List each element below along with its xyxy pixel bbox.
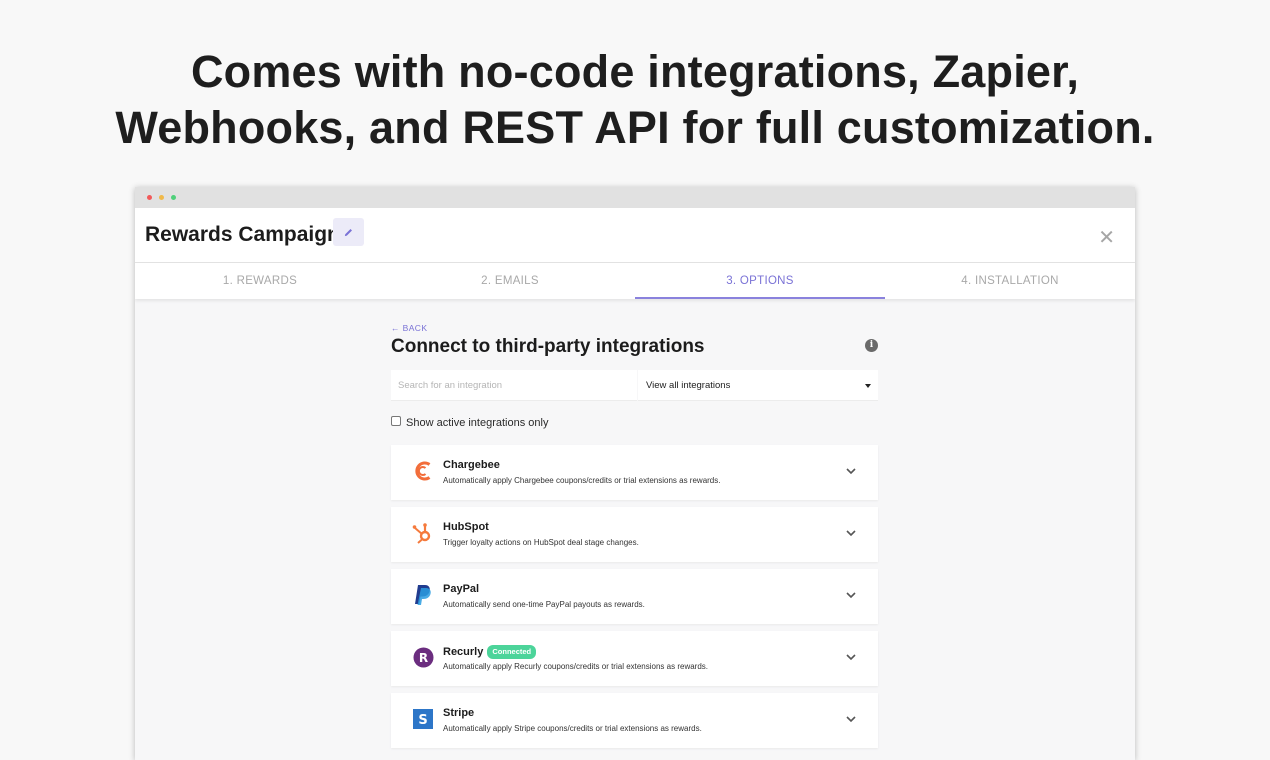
integration-name: Chargebee <box>443 459 500 471</box>
wizard-tabs: 1. REWARDS 2. EMAILS 3. OPTIONS 4. INSTA… <box>135 263 1135 299</box>
integration-item-chargebee[interactable]: Chargebee Automatically apply Chargebee … <box>391 445 878 500</box>
active-only-row: Show active integrations only <box>391 416 878 429</box>
svg-text:R: R <box>418 651 427 665</box>
tab-options[interactable]: 3. OPTIONS <box>635 263 885 299</box>
headline-line-1: Comes with no-code integrations, Zapier, <box>190 46 1080 97</box>
marketing-headline: Comes with no-code integrations, Zapier,… <box>0 44 1270 156</box>
back-link[interactable]: ← BACK <box>391 323 878 333</box>
app-window: Rewards Campaign ✕ 1. REWARDS 2. EMAILS … <box>135 187 1135 760</box>
headline-line-2: Webhooks, and REST API for full customiz… <box>115 102 1155 153</box>
integrations-panel: ← BACK Connect to third-party integratio… <box>391 323 878 755</box>
connected-badge: Connected <box>487 645 537 659</box>
integration-item-hubspot[interactable]: HubSpot Trigger loyalty actions on HubSp… <box>391 507 878 562</box>
campaign-title: Rewards Campaign <box>145 223 340 246</box>
pencil-icon <box>344 228 352 236</box>
integration-description: Automatically send one-time PayPal payou… <box>443 600 645 609</box>
tab-emails[interactable]: 2. EMAILS <box>385 263 635 299</box>
section-title-text: Connect to third-party integrations <box>391 336 705 357</box>
integration-description: Automatically apply Recurly coupons/cred… <box>443 662 709 671</box>
integration-name: Recurly Connected <box>443 645 537 659</box>
svg-text:S: S <box>418 713 427 728</box>
integration-item-paypal[interactable]: PayPal Automatically send one-time PayPa… <box>391 569 878 624</box>
integration-description: Automatically apply Stripe coupons/credi… <box>443 724 702 733</box>
integration-description: Trigger loyalty actions on HubSpot deal … <box>443 538 639 547</box>
stripe-icon: S <box>412 708 434 730</box>
chevron-down-icon[interactable] <box>846 653 856 661</box>
integration-item-recurly[interactable]: R Recurly Connected Automatically apply … <box>391 631 878 686</box>
tab-installation[interactable]: 4. INSTALLATION <box>885 263 1135 299</box>
paypal-icon <box>412 584 434 606</box>
chevron-down-icon[interactable] <box>846 529 856 537</box>
filter-selected-value: View all integrations <box>646 380 731 391</box>
recurly-icon: R <box>412 646 434 668</box>
window-maximize-dot[interactable] <box>171 195 176 200</box>
tab-rewards[interactable]: 1. REWARDS <box>135 263 385 299</box>
integration-list: Chargebee Automatically apply Chargebee … <box>391 445 878 748</box>
hubspot-icon <box>412 522 434 544</box>
chargebee-icon <box>412 460 434 482</box>
window-close-dot[interactable] <box>147 195 152 200</box>
edit-title-button[interactable] <box>333 218 364 246</box>
window-titlebar <box>135 187 1135 208</box>
chevron-down-icon[interactable] <box>846 591 856 599</box>
active-only-label[interactable]: Show active integrations only <box>406 417 548 429</box>
integration-name: HubSpot <box>443 521 489 533</box>
integration-name: Stripe <box>443 707 475 719</box>
close-icon[interactable]: ✕ <box>1098 225 1115 250</box>
caret-down-icon <box>865 384 871 388</box>
integration-item-stripe[interactable]: S Stripe Automatically apply Stripe coup… <box>391 693 878 748</box>
app-header: Rewards Campaign ✕ <box>135 208 1135 263</box>
filter-row: View all integrations <box>391 370 878 401</box>
integration-filter-select[interactable]: View all integrations <box>638 370 878 401</box>
chevron-down-icon[interactable] <box>846 467 856 475</box>
integration-description: Automatically apply Chargebee coupons/cr… <box>443 476 721 485</box>
window-minimize-dot[interactable] <box>159 195 164 200</box>
integration-name: PayPal <box>443 583 480 595</box>
info-icon[interactable]: i <box>865 339 878 352</box>
active-only-checkbox[interactable] <box>391 416 401 426</box>
chevron-down-icon[interactable] <box>846 715 856 723</box>
integration-search-input[interactable] <box>391 370 637 401</box>
section-title: Connect to third-party integrations i <box>391 336 878 358</box>
